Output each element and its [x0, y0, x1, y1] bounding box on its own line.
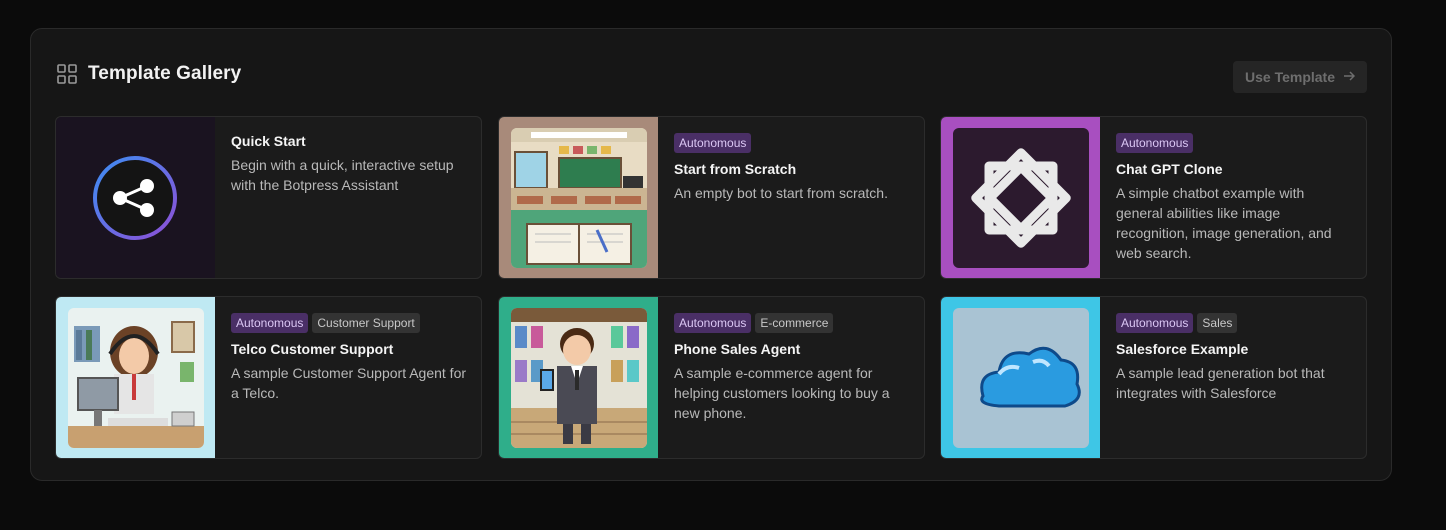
card-thumbnail: [499, 117, 658, 278]
tag-badge: E-commerce: [755, 313, 834, 333]
card-description: A sample Customer Support Agent for a Te…: [231, 365, 467, 401]
cloud-image: [953, 308, 1089, 448]
card-tags: Autonomous: [674, 133, 910, 153]
card-title: Chat GPT Clone: [1116, 161, 1223, 177]
tag-badge: Autonomous: [674, 133, 752, 153]
share-icon: [93, 156, 177, 240]
card-tags: Autonomous: [1116, 133, 1352, 153]
classroom-image: [511, 128, 647, 268]
card-thumbnail: [941, 117, 1100, 278]
tag-badge: Sales: [1197, 313, 1238, 333]
phone-salesman-image: [511, 308, 647, 448]
arrow-right-icon: [1343, 69, 1356, 85]
card-description: A simple chatbot example with general ab…: [1116, 185, 1332, 261]
card-tags: Autonomous E-commerce: [674, 313, 910, 333]
template-card-telco-customer-support[interactable]: Autonomous Customer Support Telco Custom…: [55, 296, 482, 459]
grid-icon: [56, 63, 78, 85]
use-template-label: Use Template: [1245, 69, 1335, 85]
page-title: Template Gallery: [88, 63, 242, 84]
card-thumbnail: [56, 297, 215, 458]
template-gallery-panel: Template Gallery Use Template Quick Star…: [30, 28, 1392, 481]
card-description: Begin with a quick, interactive setup wi…: [231, 157, 454, 193]
tag-badge: Customer Support: [312, 313, 420, 333]
template-card-phone-sales-agent[interactable]: Autonomous E-commerce Phone Sales Agent …: [498, 296, 925, 459]
support-agent-image: [68, 308, 204, 448]
card-title: Quick Start: [231, 133, 306, 149]
card-thumbnail: [499, 297, 658, 458]
card-title: Salesforce Example: [1116, 341, 1249, 357]
card-tags: Autonomous Customer Support: [231, 313, 467, 333]
card-thumbnail: [56, 117, 215, 278]
card-description: An empty bot to start from scratch.: [674, 185, 888, 201]
template-card-quick-start[interactable]: Quick Start Begin with a quick, interact…: [55, 116, 482, 279]
template-card-start-from-scratch[interactable]: Autonomous Start from Scratch An empty b…: [498, 116, 925, 279]
card-tags: Autonomous Sales: [1116, 313, 1352, 333]
card-description: A sample e-commerce agent for helping cu…: [674, 365, 890, 421]
openai-logo-image: [953, 128, 1089, 268]
card-description: A sample lead generation bot that integr…: [1116, 365, 1325, 401]
card-title: Phone Sales Agent: [674, 341, 801, 357]
tag-badge: Autonomous: [231, 313, 309, 333]
tag-badge: Autonomous: [1116, 133, 1194, 153]
template-card-chat-gpt-clone[interactable]: Autonomous Chat GPT Clone A simple chatb…: [940, 116, 1367, 279]
tag-badge: Autonomous: [1116, 313, 1194, 333]
card-title: Start from Scratch: [674, 161, 797, 177]
use-template-button[interactable]: Use Template: [1233, 61, 1367, 93]
card-thumbnail: [941, 297, 1100, 458]
card-title: Telco Customer Support: [231, 341, 394, 357]
tag-badge: Autonomous: [674, 313, 752, 333]
template-card-salesforce-example[interactable]: Autonomous Sales Salesforce Example A sa…: [940, 296, 1367, 459]
gallery-header: Template Gallery: [56, 63, 241, 85]
